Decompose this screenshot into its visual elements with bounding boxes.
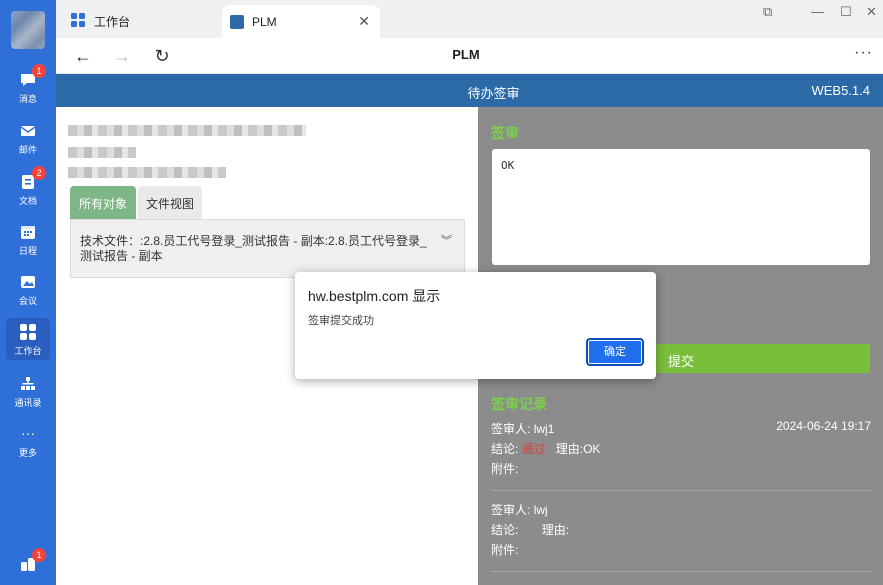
dialog-title: hw.bestplm.com 显示 bbox=[308, 288, 441, 304]
result-value: 通过 bbox=[521, 442, 546, 456]
more-menu-icon[interactable]: ··· bbox=[854, 44, 873, 62]
file-item[interactable]: 技术文件：:2.8.员工代号登录_测试报告 - 副本:2.8.员工代号登录_测试… bbox=[70, 219, 465, 278]
meeting-icon bbox=[18, 272, 38, 292]
minimize-icon[interactable]: — bbox=[811, 4, 824, 19]
document-icon: 2 bbox=[18, 166, 46, 192]
signer-label: 签审人: bbox=[491, 503, 531, 517]
rail-item-mail[interactable]: 邮件 bbox=[6, 117, 50, 161]
tab-file-view[interactable]: 文件视图 bbox=[138, 186, 203, 219]
sign-section-title: 签审 bbox=[491, 125, 519, 141]
ellipsis-icon: ··· bbox=[21, 425, 35, 441]
close-tab-icon[interactable]: ✕ bbox=[358, 13, 370, 30]
browser-tab-workbench[interactable]: 工作台 bbox=[70, 5, 220, 38]
rail-label: 日程 bbox=[18, 246, 37, 256]
rail-item-calendar[interactable]: 日程 bbox=[6, 218, 50, 262]
rail-item-messages[interactable]: 1 消息 bbox=[6, 64, 50, 110]
rail-item-docs[interactable]: 2 文档 bbox=[6, 166, 50, 212]
avatar[interactable] bbox=[11, 11, 45, 49]
rail-item-workbench[interactable]: 工作台 bbox=[6, 318, 50, 360]
result-label: 结论: bbox=[491, 523, 519, 537]
page-title: PLM bbox=[452, 47, 480, 62]
close-window-icon[interactable]: ✕ bbox=[866, 4, 877, 20]
records-section-title: 签审记录 bbox=[491, 396, 547, 412]
record-date: 2024-06-24 19:17 bbox=[776, 419, 871, 433]
rail-label: 文档 bbox=[18, 196, 37, 206]
rail-label: 工作台 bbox=[14, 346, 42, 356]
attachment-label: 附件: bbox=[491, 543, 519, 557]
view-tabs: 所有对象 文件视图 bbox=[70, 186, 203, 219]
reason-value: OK bbox=[583, 442, 601, 456]
ok-button[interactable]: 确定 bbox=[586, 338, 644, 366]
tab-label: 工作台 bbox=[94, 15, 131, 29]
record-item: 签审人: lwj 结论: 理由: 附件: bbox=[491, 500, 871, 560]
badge-docs: 2 bbox=[32, 166, 46, 180]
browser-tab-plm[interactable]: PLM ✕ bbox=[222, 5, 380, 38]
divider bbox=[491, 571, 871, 572]
grid-icon bbox=[70, 12, 86, 31]
rail-label: 邮件 bbox=[18, 145, 37, 155]
app-version: WEB5.1.4 bbox=[811, 83, 870, 98]
chat-bubble-icon: 1 bbox=[18, 64, 46, 90]
signer-name: lwj bbox=[533, 503, 548, 517]
org-chart-icon bbox=[18, 374, 38, 394]
submit-button[interactable]: 提交 bbox=[654, 344, 870, 373]
dialog-message: 签审提交成功 bbox=[308, 315, 374, 327]
reason-label: 理由: bbox=[541, 523, 570, 537]
file-item-text: 技术文件：:2.8.员工代号登录_测试报告 - 副本:2.8.员工代号登录_测试… bbox=[80, 234, 427, 263]
grid-icon bbox=[18, 322, 38, 342]
app-tiles-icon: 1 bbox=[18, 548, 46, 574]
app-header: 待办签审 WEB5.1.4 bbox=[56, 74, 883, 107]
redacted-text bbox=[68, 167, 226, 178]
rail-label: 通讯录 bbox=[14, 398, 42, 408]
tab-label: PLM bbox=[252, 14, 277, 29]
reason-label: 理由: bbox=[555, 442, 584, 456]
result-label: 结论: bbox=[491, 442, 519, 456]
badge-apps: 1 bbox=[32, 548, 46, 562]
browser-navbar: ← → ↻ PLM ··· bbox=[56, 38, 883, 74]
maximize-icon[interactable]: ☐ bbox=[840, 4, 852, 20]
record-item: 签审人: lwj1 2024-06-24 19:17 结论: 通过 理由:OK … bbox=[491, 419, 871, 479]
rail-item-apps[interactable]: 1 bbox=[6, 548, 50, 585]
badge-messages: 1 bbox=[32, 64, 46, 78]
rail-item-more[interactable]: ··· 更多 bbox=[6, 420, 50, 464]
rail-item-meeting[interactable]: 会议 bbox=[6, 268, 50, 312]
tab-all-objects[interactable]: 所有对象 bbox=[70, 186, 137, 219]
redacted-text bbox=[68, 147, 136, 158]
rail-label: 会议 bbox=[18, 296, 37, 306]
redacted-text bbox=[68, 125, 306, 136]
app-title: 待办签审 bbox=[467, 86, 520, 101]
divider bbox=[491, 490, 871, 491]
chevron-double-down-icon[interactable]: ︾ bbox=[441, 234, 452, 249]
signer-label: 签审人: bbox=[491, 422, 531, 436]
restore-window-icon[interactable]: ⧉ bbox=[763, 4, 772, 20]
comment-textarea[interactable]: OK bbox=[492, 149, 870, 265]
rail-label: 更多 bbox=[18, 448, 37, 458]
rail-label: 消息 bbox=[18, 94, 37, 104]
attachment-label: 附件: bbox=[491, 462, 519, 476]
mail-icon bbox=[18, 121, 38, 141]
calendar-icon bbox=[18, 222, 38, 242]
app-rail: 1 消息 邮件 2 文档 日程 会议 工作台 通讯录 ··· 更多 1 bbox=[0, 0, 56, 585]
browser-tabbar: 工作台 PLM ✕ ⧉ — ☐ ✕ bbox=[56, 0, 883, 38]
rail-item-contacts[interactable]: 通讯录 bbox=[6, 370, 50, 414]
plm-logo-icon bbox=[230, 14, 244, 29]
signer-name: lwj1 bbox=[533, 422, 555, 436]
alert-dialog: hw.bestplm.com 显示 签审提交成功 确定 bbox=[295, 272, 656, 379]
